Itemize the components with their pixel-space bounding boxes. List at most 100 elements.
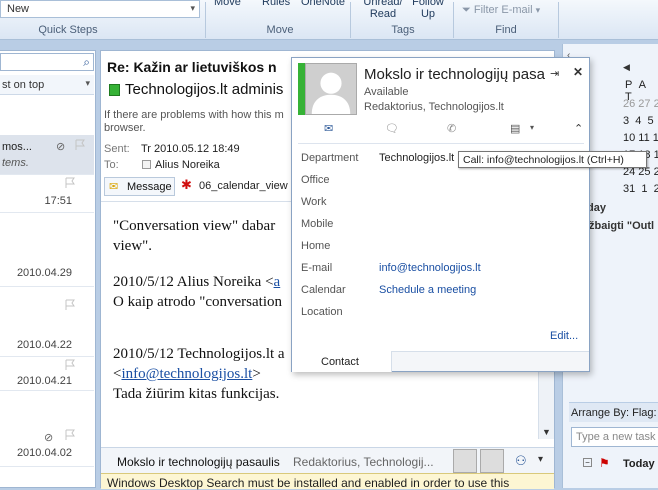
tab-contact[interactable]: Contact: [292, 351, 392, 372]
calendar-row: 10 11 12: [623, 132, 658, 144]
sent-label: Sent:: [104, 143, 130, 155]
task-list-header[interactable]: Arrange By: Flag:: [569, 402, 658, 422]
scroll-down-arrow-icon[interactable]: ▼: [542, 427, 551, 437]
contact-divider: [298, 143, 584, 144]
email-link[interactable]: a: [274, 274, 281, 290]
message-sender[interactable]: Technologijos.lt adminis: [125, 81, 283, 98]
rules-button[interactable]: Rules: [262, 0, 290, 8]
list-item[interactable]: mos... ⊘ tems.: [0, 135, 94, 175]
list-item[interactable]: 2010.04.22: [0, 297, 94, 357]
list-item[interactable]: 2010.04.29: [0, 241, 94, 287]
presence-bar: [298, 63, 305, 115]
new-task-input[interactable]: Type a new task: [571, 427, 658, 447]
onenote-button[interactable]: OneNote: [301, 0, 345, 8]
body-line: O kaip atrodo "conversation: [113, 294, 282, 310]
unread-read-button[interactable]: Unread/ Read: [362, 0, 404, 20]
filter-email-label: Filter E-mail: [473, 4, 533, 16]
people-pane-name[interactable]: Mokslo ir technologijų pasaulis: [117, 455, 280, 469]
list-item-title: mos...: [2, 141, 32, 153]
appointment-item[interactable]: žbaigti "Outl: [589, 220, 654, 232]
ribbon-separator: [558, 2, 559, 38]
flag-icon[interactable]: [74, 139, 86, 151]
search-icon[interactable]: ⌕: [83, 55, 90, 70]
sent-value: Tr 2010.05.12 18:49: [141, 143, 240, 155]
contact-card: Mokslo ir technologijų pasa ⇥ ✕ Availabl…: [291, 57, 590, 372]
edit-link[interactable]: Edit...: [550, 330, 578, 342]
task-group-today[interactable]: − ⚑ Today: [583, 456, 658, 474]
flag-icon[interactable]: [64, 177, 76, 189]
info-bar-line2: browser.: [104, 122, 146, 134]
task-group-label: Today: [623, 458, 655, 470]
email-link[interactable]: info@technologijos.lt: [121, 366, 252, 382]
arrange-by-label: Arrange By: Flag:: [571, 407, 657, 419]
group-tags: Tags: [391, 24, 415, 36]
phone-icon[interactable]: ✆: [447, 122, 456, 135]
attachment-tab-label: 06_calendar_view: [199, 180, 288, 192]
email-value-link[interactable]: info@technologijos.lt: [379, 262, 481, 274]
chevron-down-icon[interactable]: ▾: [530, 123, 534, 132]
list-item-date: 2010.04.02: [16, 447, 72, 459]
body-line: <info@technologijos.lt>: [113, 366, 261, 382]
list-item[interactable]: 2010.04.21: [0, 357, 94, 391]
list-item[interactable]: 17:51: [0, 175, 94, 213]
flag-icon[interactable]: [64, 359, 76, 371]
tab-contact-label: Contact: [321, 356, 359, 368]
mini-calendar[interactable]: 26 27 28 3 4 5 10 11 12 17 18 19 24 25 2…: [623, 96, 658, 198]
ribbon-separator: [350, 2, 351, 38]
email-label: E-mail: [301, 262, 333, 274]
avatar[interactable]: [480, 449, 504, 473]
to-checkbox[interactable]: [142, 160, 151, 169]
month-prev-icon[interactable]: ◀: [623, 62, 630, 73]
close-icon[interactable]: ✕: [573, 65, 583, 79]
funnel-icon: ⏷: [462, 4, 471, 16]
red-flag-icon: ⚑: [599, 456, 610, 470]
message-list: ⌕ st on top ▾ mos... ⊘ tems. 17:51 2010.…: [0, 50, 96, 488]
people-icon[interactable]: ⚇: [515, 453, 527, 469]
body-line: "Conversation view" dabar: [113, 218, 279, 234]
chevron-down-icon: ▾: [535, 5, 541, 15]
pin-icon[interactable]: ⇥: [550, 67, 559, 80]
image-file-icon: ✱: [181, 177, 192, 192]
contact-name: Mokslo ir technologijų pasa: [364, 66, 545, 83]
flag-icon[interactable]: [64, 299, 76, 311]
ribbon: New ▾ Quick Steps Move Rules OneNote Mov…: [0, 0, 658, 40]
calendar-row: 3 4 5: [623, 115, 654, 127]
follow-up-button[interactable]: Follow Up: [408, 0, 448, 20]
list-item[interactable]: ⊘ 2010.04.02: [0, 427, 94, 467]
list-item-date: 17:51: [44, 195, 72, 207]
attachment-tab[interactable]: ✱ 06_calendar_view: [179, 177, 299, 196]
attachment-icon: ⊘: [56, 141, 66, 153]
new-label: New: [7, 3, 30, 15]
chat-icon[interactable]: 🗨: [385, 122, 399, 135]
group-move: Move: [266, 24, 294, 36]
message-tab[interactable]: ✉ Message: [104, 177, 175, 196]
collapse-up-icon[interactable]: ⌃: [574, 122, 583, 135]
to-value[interactable]: Alius Noreika: [155, 159, 220, 171]
office-label: Office: [301, 174, 330, 186]
people-pane-role: Redaktorius, Technologij...: [293, 455, 434, 469]
card-footer: Contact: [292, 351, 589, 372]
avatar[interactable]: [453, 449, 477, 473]
collapse-icon[interactable]: −: [583, 458, 592, 467]
email-icon[interactable]: ✉: [324, 122, 333, 135]
info-bar[interactable]: If there are problems with how this m: [104, 109, 284, 121]
envelope-icon: ✉: [109, 181, 119, 193]
schedule-meeting-link[interactable]: Schedule a meeting: [379, 284, 476, 296]
calendar-row: 31 1 2: [623, 183, 658, 195]
flag-icon[interactable]: [64, 429, 76, 441]
chevron-down-icon[interactable]: ▾: [538, 454, 543, 465]
arrange-label: st on top: [2, 79, 45, 91]
move-button[interactable]: Move: [214, 0, 241, 8]
wds-info-bar[interactable]: Windows Desktop Search must be installed…: [101, 473, 554, 490]
calendar-icon[interactable]: ▤: [510, 122, 520, 135]
arrange-header[interactable]: st on top ▾: [0, 75, 94, 95]
list-item-date: 2010.04.22: [16, 339, 72, 351]
new-items-button[interactable]: New ▾: [0, 0, 200, 18]
body-line: Tada žiūrim kitas funkcijas.: [113, 386, 280, 402]
filter-email-button[interactable]: ⏷ Filter E-mail ▾: [462, 4, 540, 20]
search-box[interactable]: ⌕: [0, 53, 94, 71]
presence-indicator: [109, 84, 120, 96]
group-quick-steps: Quick Steps: [38, 24, 98, 36]
calendar-label: Calendar: [301, 284, 346, 296]
message-subject: Re: Kažin ar lietuviškos n: [107, 59, 277, 75]
